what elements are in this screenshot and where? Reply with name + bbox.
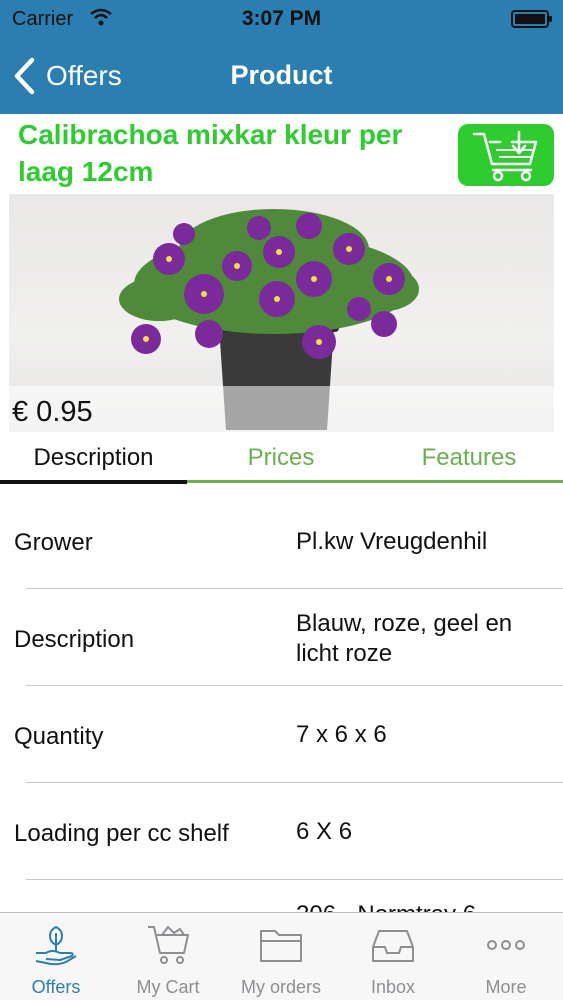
more-dots-icon (487, 940, 525, 950)
add-to-cart-button[interactable] (458, 124, 554, 186)
offers-hand-plant-icon (35, 925, 77, 966)
battery-icon (511, 10, 552, 28)
back-button[interactable]: Offers (12, 56, 122, 96)
product-title: Calibrachoa mixkar kleur per laag 12cm (18, 119, 403, 187)
tab-underline (187, 480, 563, 483)
tabbar-label: Inbox (370, 977, 416, 997)
add-to-cart-icon (472, 130, 538, 182)
table-row: Loading per cc shelf 6 X 6 (0, 783, 563, 880)
row-label: Quantity (14, 723, 104, 750)
row-value: Blauw, roze, geel en licht roze (296, 610, 513, 667)
tabbar-label: My orders (240, 977, 321, 997)
tabbar-more[interactable]: More (450, 913, 562, 1000)
row-label: Description (14, 626, 135, 653)
row-value: Pl.kw Vreugdenhil (296, 528, 488, 555)
table-row: Quantity 7 x 6 x 6 (0, 686, 563, 783)
tabbar-my-cart[interactable]: My Cart (112, 913, 224, 1000)
tab-features[interactable]: Features (375, 438, 563, 482)
back-label: Offers (46, 60, 122, 91)
row-value: 6 X 6 (296, 818, 353, 845)
folder-icon (260, 930, 302, 962)
details-table[interactable]: Grower Pl.kw Vreugdenhil Description Bla… (0, 484, 563, 912)
row-value: 206 - Normtray 6 (296, 900, 556, 912)
tab-description[interactable]: Description (0, 438, 187, 482)
status-bar: Carrier 3:07 PM (0, 0, 563, 38)
product-image: € 0.95 (9, 194, 554, 432)
product-price: € 0.95 (12, 396, 93, 428)
table-row: Description Blauw, roze, geel en licht r… (0, 589, 563, 686)
tabbar-offers[interactable]: Offers (0, 913, 112, 1000)
tabbar-label: Offers (31, 977, 81, 997)
table-row: 206 - Normtray 6 (0, 880, 563, 912)
row-label: Grower (14, 529, 93, 556)
row-label: Loading per cc shelf (14, 820, 229, 847)
tab-prices[interactable]: Prices (187, 438, 375, 482)
tabbar-label: More (485, 977, 527, 997)
navigation-bar: Offers Product (0, 38, 563, 114)
tabbar-label: My Cart (136, 977, 200, 997)
row-value: 7 x 6 x 6 (296, 721, 387, 748)
tabbar-my-orders[interactable]: My orders (225, 913, 337, 1000)
tab-bar: Offers My Cart My orders Inbox More (0, 912, 563, 1000)
inbox-icon (372, 930, 414, 962)
table-row: Grower Pl.kw Vreugdenhil (0, 484, 563, 589)
cart-icon (148, 925, 189, 964)
status-time: 3:07 PM (241, 7, 322, 30)
chevron-left-icon (14, 57, 35, 95)
tabbar-inbox[interactable]: Inbox (337, 913, 449, 1000)
